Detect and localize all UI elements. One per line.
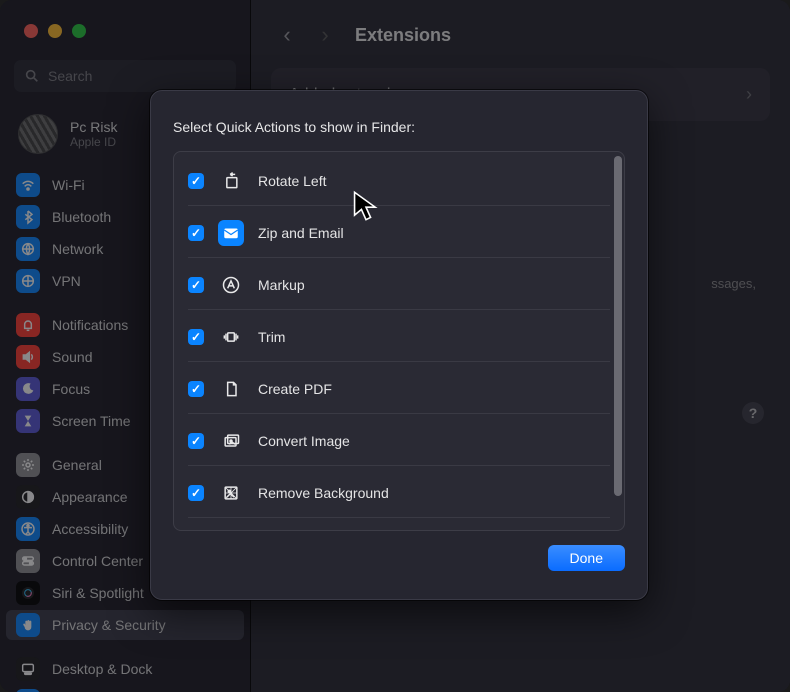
- quick-actions-modal: Select Quick Actions to show in Finder: …: [150, 90, 648, 600]
- sidebar-item-label: Appearance: [52, 489, 128, 505]
- scrollbar-thumb[interactable]: [614, 156, 622, 496]
- rotate-icon: [218, 168, 244, 194]
- sidebar-item-label: Sound: [52, 349, 92, 365]
- chevron-right-icon: ›: [746, 84, 752, 105]
- sidebar-item-label: Siri & Spotlight: [52, 585, 144, 601]
- quick-action-row: ✓ Remove Background: [188, 466, 610, 518]
- quick-action-label: Markup: [258, 277, 305, 293]
- minimize-window-icon[interactable]: [48, 24, 62, 38]
- checkbox[interactable]: ✓: [188, 433, 204, 449]
- quick-action-label: Convert Image: [258, 433, 350, 449]
- markup-icon: [218, 272, 244, 298]
- convert-icon: [218, 428, 244, 454]
- sidebar-item-displays[interactable]: Displays: [6, 686, 244, 692]
- siri-icon: [16, 581, 40, 605]
- checkbox[interactable]: ✓: [188, 381, 204, 397]
- moon-icon: [16, 377, 40, 401]
- bluetooth-icon: [16, 205, 40, 229]
- sidebar-item-label: Focus: [52, 381, 90, 397]
- removebg-icon: [218, 480, 244, 506]
- bell-icon: [16, 313, 40, 337]
- system-settings-window: Search Pc Risk Apple ID Wi-Fi Bluetooth Ne…: [0, 0, 790, 692]
- quick-action-row: ✓ Trim: [188, 310, 610, 362]
- sidebar-item-label: Privacy & Security: [52, 617, 166, 633]
- vpn-icon: [16, 269, 40, 293]
- quick-action-row: ✓ Create PDF: [188, 362, 610, 414]
- quick-actions-list: ✓ Rotate Left ✓ Zip and Email ✓ Markup ✓ Trim ✓ C…: [174, 152, 624, 531]
- accessibility-icon: [16, 517, 40, 541]
- wifi-icon: [16, 173, 40, 197]
- gear-icon: [16, 453, 40, 477]
- pdf-icon: [218, 376, 244, 402]
- quick-action-label: Remove Background: [258, 485, 389, 501]
- appearance-icon: [16, 485, 40, 509]
- checkbox[interactable]: ✓: [188, 173, 204, 189]
- close-window-icon[interactable]: [24, 24, 38, 38]
- sidebar-item-label: Network: [52, 241, 103, 257]
- sidebar-item-label: Accessibility: [52, 521, 128, 537]
- main-header: ‹ › Extensions: [251, 0, 790, 58]
- modal-footer: Done: [151, 531, 647, 585]
- quick-action-label: Trim: [258, 329, 285, 345]
- trim-icon: [218, 324, 244, 350]
- checkbox[interactable]: ✓: [188, 329, 204, 345]
- quick-action-row: ✓ Convert Image: [188, 414, 610, 466]
- sidebar-item-label: Desktop & Dock: [52, 661, 152, 677]
- sidebar-item-label: Screen Time: [52, 413, 131, 429]
- page-title: Extensions: [355, 25, 451, 46]
- quick-action-row: ✓ Zip and Email: [188, 206, 610, 258]
- quick-action-row: ✓Shazam It: [188, 518, 610, 531]
- quick-action-row: ✓ Rotate Left: [188, 154, 610, 206]
- sidebar-item-label: Wi-Fi: [52, 177, 85, 193]
- user-subtitle: Apple ID: [70, 135, 117, 149]
- checkbox[interactable]: ✓: [188, 485, 204, 501]
- help-button[interactable]: ?: [742, 402, 764, 424]
- back-button[interactable]: ‹: [277, 22, 297, 48]
- quick-action-label: Rotate Left: [258, 173, 327, 189]
- sidebar-item-privacy-security[interactable]: Privacy & Security: [6, 610, 244, 640]
- quick-action-row: ✓ Markup: [188, 258, 610, 310]
- done-button[interactable]: Done: [548, 545, 625, 571]
- search-placeholder: Search: [48, 68, 92, 84]
- traffic-lights: [24, 24, 86, 38]
- user-name: Pc Risk: [70, 119, 117, 135]
- search-input[interactable]: Search: [14, 60, 236, 92]
- hourglass-icon: [16, 409, 40, 433]
- avatar: [18, 114, 58, 154]
- checkbox[interactable]: ✓: [188, 225, 204, 241]
- quick-action-label: Create PDF: [258, 381, 332, 397]
- modal-title: Select Quick Actions to show in Finder:: [151, 91, 647, 151]
- dock-icon: [16, 657, 40, 681]
- checkbox[interactable]: ✓: [188, 277, 204, 293]
- sidebar-item-label: General: [52, 457, 102, 473]
- network-icon: [16, 237, 40, 261]
- sidebar-item-desktop-dock[interactable]: Desktop & Dock: [6, 654, 244, 684]
- zoom-window-icon[interactable]: [72, 24, 86, 38]
- speaker-icon: [16, 345, 40, 369]
- sidebar-item-label: Control Center: [52, 553, 143, 569]
- hand-icon: [16, 613, 40, 637]
- sidebar-item-label: Notifications: [52, 317, 128, 333]
- quick-actions-list-box: ✓ Rotate Left ✓ Zip and Email ✓ Markup ✓ Trim ✓ C…: [173, 151, 625, 531]
- sidebar-item-label: VPN: [52, 273, 81, 289]
- search-icon: [24, 68, 40, 84]
- forward-button[interactable]: ›: [315, 22, 335, 48]
- quick-action-label: Zip and Email: [258, 225, 344, 241]
- switches-icon: [16, 549, 40, 573]
- mail-icon: [218, 220, 244, 246]
- truncated-text: ssages,: [711, 276, 756, 291]
- sidebar-item-label: Bluetooth: [52, 209, 111, 225]
